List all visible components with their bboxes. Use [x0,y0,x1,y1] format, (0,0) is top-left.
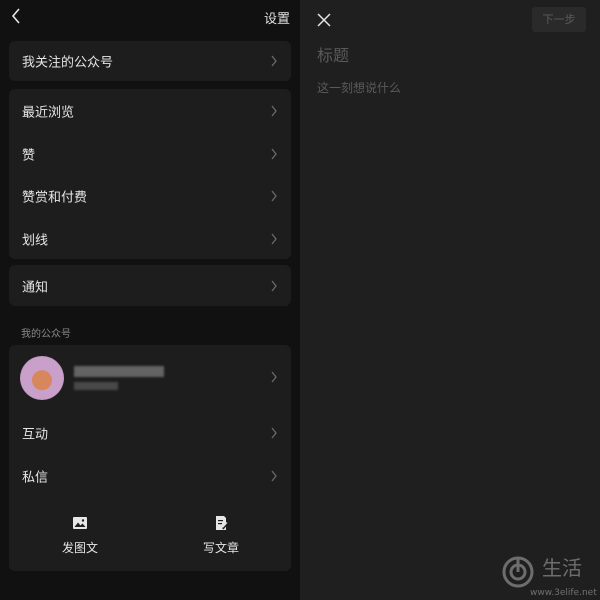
write-article-label: 写文章 [202,541,239,555]
avatar[interactable] [20,356,64,400]
chevron-right-icon [271,233,277,244]
menu-item-label: 赞 [22,148,36,163]
menu-item-like[interactable]: 赞 [9,132,291,175]
account-panel: 设置 我关注的公众号 最近浏览 赞 赞赏和付费 划线 通知 我的公众号 互动 私… [0,0,300,600]
next-button[interactable]: 下一步 [532,7,586,32]
account-id-blurred [74,382,118,390]
menu-item-label: 赞赏和付费 [22,190,88,205]
settings-button[interactable]: 设置 [264,8,290,27]
menu-item-label: 私信 [22,470,49,485]
menu-item-reward[interactable]: 赞赏和付费 [9,174,291,217]
watermark-text: 生活 [542,556,582,580]
menu-item-following[interactable]: 我关注的公众号 [9,41,291,81]
top-bar: 设置 [0,0,300,34]
title-input[interactable]: 标题 [317,42,349,66]
menu-item-label: 我关注的公众号 [22,55,114,71]
post-image-text-button[interactable]: 发图文 [40,515,120,556]
watermark-url: www.3elife.net [530,588,597,598]
write-article-button[interactable]: 写文章 [181,515,261,556]
chevron-right-icon [271,470,277,481]
history-card: 最近浏览 赞 赞赏和付费 划线 [9,89,291,259]
notify-card: 通知 [9,265,291,306]
menu-item-label: 最近浏览 [22,105,75,120]
back-icon[interactable] [8,6,24,26]
image-icon [73,517,87,529]
menu-item-label: 通知 [22,280,49,295]
chevron-right-icon [271,190,277,201]
account-name-blurred [74,366,164,377]
body-input[interactable]: 这一刻想说什么 [317,79,401,96]
post-image-text-label: 发图文 [61,541,98,555]
section-title: 我的公众号 [21,329,71,340]
chevron-right-icon [271,105,277,116]
chevron-right-icon [271,371,277,383]
menu-item-notify[interactable]: 通知 [9,265,291,306]
menu-item-recent[interactable]: 最近浏览 [9,89,291,132]
following-card: 我关注的公众号 [9,41,291,81]
watermark: 生活 www.3elife.net [500,552,597,598]
chevron-right-icon [271,427,277,438]
menu-item-message[interactable]: 私信 [9,454,291,497]
menu-item-label: 互动 [22,427,49,442]
menu-item-interact[interactable]: 互动 [9,411,291,454]
menu-item-label: 划线 [22,233,49,248]
chevron-right-icon [271,55,277,67]
close-icon[interactable] [316,12,332,28]
chevron-right-icon [271,148,277,159]
chevron-right-icon [271,280,277,291]
menu-item-underline[interactable]: 划线 [9,217,291,260]
watermark-logo-icon [502,556,534,588]
document-edit-icon [216,516,229,530]
